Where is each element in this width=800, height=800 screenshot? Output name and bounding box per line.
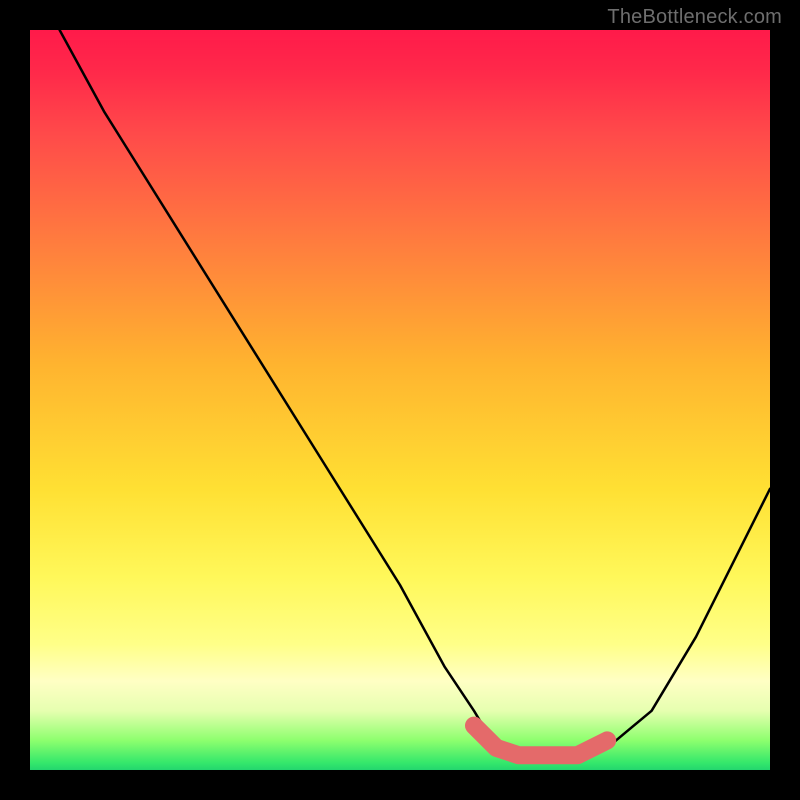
attribution-text: TheBottleneck.com	[607, 6, 782, 29]
chart-frame: TheBottleneck.com	[0, 0, 800, 800]
optimal-range-highlight	[474, 726, 607, 756]
plot-area	[30, 30, 770, 770]
chart-svg	[30, 30, 770, 770]
bottleneck-curve-path	[60, 30, 770, 755]
